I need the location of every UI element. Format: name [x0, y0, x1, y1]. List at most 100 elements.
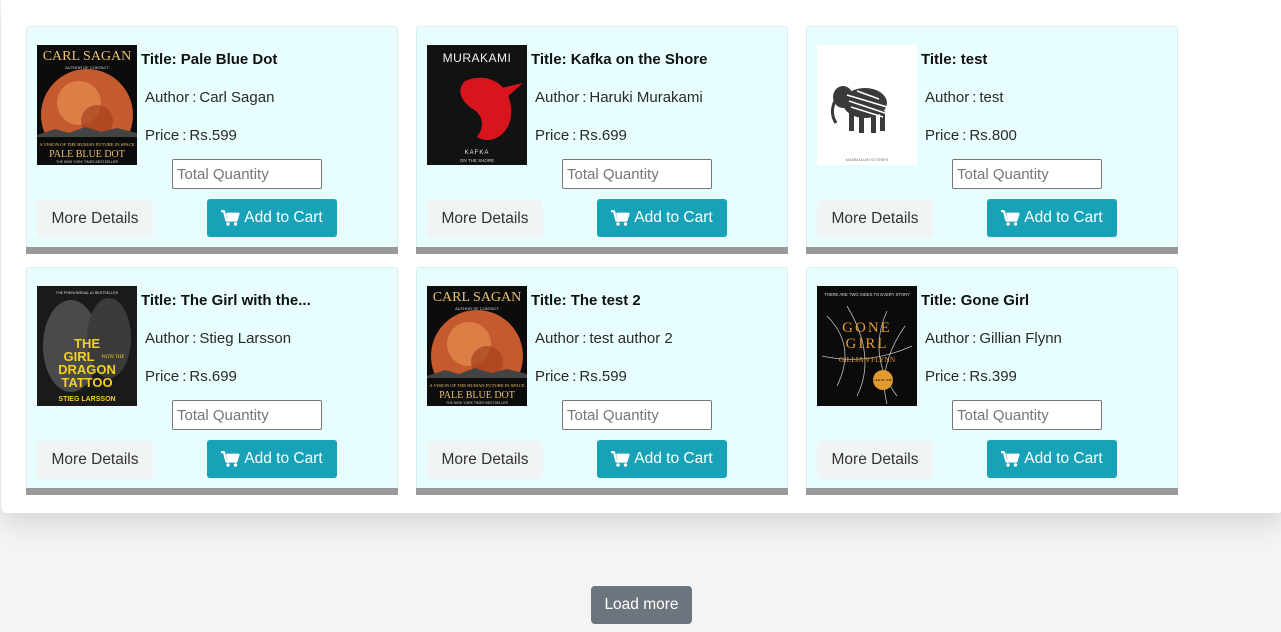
book-price-text: Rs.599: [189, 127, 237, 144]
book-title: Title: The Girl with the...: [141, 292, 311, 309]
author-prefix: Author: [535, 330, 580, 347]
svg-text:GIRL: GIRL: [846, 336, 889, 352]
svg-text:MURAKAMI: MURAKAMI: [443, 51, 512, 65]
shopping-cart-icon: [611, 451, 630, 467]
price-separator: :: [182, 368, 187, 385]
card-bottom-bar: [416, 247, 788, 254]
price-prefix: Price: [535, 368, 570, 385]
quantity-input[interactable]: [172, 159, 322, 189]
svg-text:WITH THE: WITH THE: [102, 355, 125, 360]
book-price: Price: Rs.399: [925, 368, 1017, 385]
book-author: Author: test author 2: [535, 330, 673, 347]
book-cover-image[interactable]: MURAKAMI KAFKA ON THE SHORE: [427, 45, 527, 165]
price-separator: :: [962, 368, 967, 385]
book-author-text: test author 2: [589, 330, 673, 347]
quantity-input[interactable]: [562, 400, 712, 430]
book-price-text: Rs.599: [579, 368, 627, 385]
add-to-cart-label: Add to Cart: [1024, 450, 1103, 467]
book-author-text: test: [979, 89, 1004, 106]
svg-text:A VISION OF THE HUMAN FUTURE I: A VISION OF THE HUMAN FUTURE IN SPACE: [39, 142, 134, 147]
more-details-button[interactable]: More Details: [817, 441, 933, 479]
price-separator: :: [182, 127, 187, 144]
svg-text:PALE BLUE DOT: PALE BLUE DOT: [49, 149, 125, 160]
add-to-cart-button[interactable]: Add to Cart: [597, 199, 727, 237]
author-prefix: Author: [925, 330, 970, 347]
book-price: Price: Rs.699: [145, 368, 237, 385]
svg-text:TATTOO: TATTOO: [61, 375, 112, 390]
add-to-cart-button[interactable]: Add to Cart: [987, 440, 1117, 478]
price-prefix: Price: [925, 368, 960, 385]
book-card: MAMMALIAN STORIES Title: test Author: tes…: [806, 26, 1178, 254]
load-more-button[interactable]: Load more: [591, 586, 692, 624]
title-prefix: Title:: [531, 292, 567, 309]
book-title-text: Kafka on the Shore: [570, 51, 708, 68]
svg-text:MAMMALIAN STORIES: MAMMALIAN STORIES: [846, 157, 889, 162]
quantity-input[interactable]: [172, 400, 322, 430]
book-cover-image[interactable]: THE PHENOMENAL #1 BESTSELLER THE GIRL WI…: [37, 286, 137, 406]
more-details-button[interactable]: More Details: [37, 441, 153, 479]
add-to-cart-label: Add to Cart: [1024, 209, 1103, 226]
author-prefix: Author: [535, 89, 580, 106]
card-bottom-bar: [26, 247, 398, 254]
svg-text:CARL SAGAN: CARL SAGAN: [433, 290, 522, 305]
book-title: Title: test: [921, 51, 987, 68]
book-title-text: The Girl with the...: [180, 292, 311, 309]
shopping-cart-icon: [1001, 210, 1020, 226]
book-price-text: Rs.699: [579, 127, 627, 144]
more-details-button[interactable]: More Details: [37, 200, 153, 238]
book-cover-image[interactable]: CARL SAGAN AUTHOR OF CONTACT A VISION OF…: [427, 286, 527, 406]
book-price-text: Rs.800: [969, 127, 1017, 144]
book-author: Author: test: [925, 89, 1004, 106]
title-prefix: Title:: [531, 51, 567, 68]
svg-text:ON THE SHORE: ON THE SHORE: [460, 158, 494, 163]
book-author-text: Haruki Murakami: [589, 89, 703, 106]
svg-text:GILLIAN FLYNN: GILLIAN FLYNN: [839, 355, 896, 364]
svg-text:GONE: GONE: [842, 320, 892, 336]
quantity-input[interactable]: [952, 400, 1102, 430]
book-price: Price: Rs.599: [145, 127, 237, 144]
add-to-cart-button[interactable]: Add to Cart: [597, 440, 727, 478]
author-separator: :: [972, 89, 977, 106]
title-prefix: Title:: [921, 292, 957, 309]
title-prefix: Title:: [921, 51, 957, 68]
book-title-text: The test 2: [570, 292, 641, 309]
book-title: Title: Pale Blue Dot: [141, 51, 277, 68]
more-details-button[interactable]: More Details: [817, 200, 933, 238]
author-separator: :: [192, 89, 197, 106]
card-bottom-bar: [806, 488, 1178, 495]
book-title: Title: The test 2: [531, 292, 641, 309]
shopping-cart-icon: [221, 210, 240, 226]
price-prefix: Price: [535, 127, 570, 144]
book-cover-image[interactable]: MAMMALIAN STORIES: [817, 45, 917, 165]
svg-text:A VISION OF THE HUMAN FUTURE I: A VISION OF THE HUMAN FUTURE IN SPACE: [429, 383, 524, 388]
title-prefix: Title:: [141, 51, 177, 68]
more-details-button[interactable]: More Details: [427, 200, 543, 238]
add-to-cart-button[interactable]: Add to Cart: [207, 440, 337, 478]
shopping-cart-icon: [221, 451, 240, 467]
more-details-button[interactable]: More Details: [427, 441, 543, 479]
book-author: Author: Gillian Flynn: [925, 330, 1062, 347]
add-to-cart-label: Add to Cart: [244, 450, 323, 467]
book-title-text: test: [960, 51, 988, 68]
quantity-input[interactable]: [952, 159, 1102, 189]
book-author: Author: Carl Sagan: [145, 89, 274, 106]
book-author-text: Carl Sagan: [199, 89, 275, 106]
book-card: CARL SAGAN AUTHOR OF CONTACT A VISION OF…: [26, 26, 398, 254]
author-prefix: Author: [145, 89, 190, 106]
book-card: THERE ARE TWO SIDES TO EVERY STORY GONE …: [806, 267, 1178, 495]
author-separator: :: [192, 330, 197, 347]
svg-text:THE PHENOMENAL #1 BESTSELLER: THE PHENOMENAL #1 BESTSELLER: [56, 291, 119, 295]
add-to-cart-label: Add to Cart: [634, 450, 713, 467]
title-prefix: Title:: [141, 292, 177, 309]
add-to-cart-label: Add to Cart: [244, 209, 323, 226]
book-cover-image[interactable]: CARL SAGAN AUTHOR OF CONTACT A VISION OF…: [37, 45, 137, 165]
add-to-cart-button[interactable]: Add to Cart: [207, 199, 337, 237]
book-author: Author: Stieg Larsson: [145, 330, 291, 347]
shopping-cart-icon: [1001, 451, 1020, 467]
quantity-input[interactable]: [562, 159, 712, 189]
svg-text:THE NEW YORK TIMES BESTSELLER: THE NEW YORK TIMES BESTSELLER: [446, 401, 509, 405]
card-bottom-bar: [416, 488, 788, 495]
book-price: Price: Rs.699: [535, 127, 627, 144]
add-to-cart-button[interactable]: Add to Cart: [987, 199, 1117, 237]
book-cover-image[interactable]: THERE ARE TWO SIDES TO EVERY STORY GONE …: [817, 286, 917, 406]
